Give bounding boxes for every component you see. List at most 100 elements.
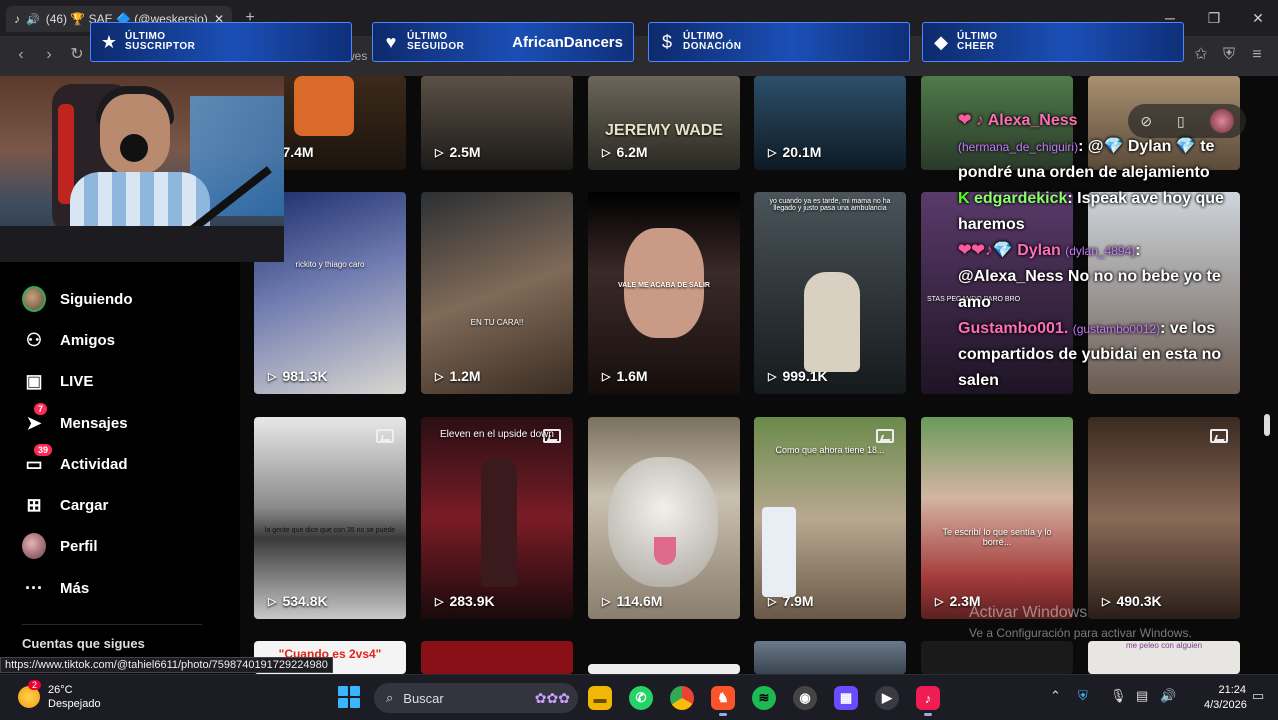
video-card[interactable] xyxy=(588,664,740,674)
banner-last-follower: ♥ ÚLTIMO SEGUIDOR AfricanDancers xyxy=(372,22,634,62)
sidebar-item-label: Perfil xyxy=(60,537,98,555)
video-card[interactable]: Como que ahora tiene 18... ▷ 7.9M xyxy=(754,417,906,619)
sidebar-item-actividad[interactable]: ▭ 39 Actividad xyxy=(22,444,128,477)
taskbar-clock[interactable]: 21:24 4/3/2026 xyxy=(1204,683,1247,713)
whatsapp-icon[interactable]: ✆ xyxy=(629,686,653,710)
notification-icon[interactable]: ▭ xyxy=(1252,688,1264,704)
banner-last-subscriber: ★ ÚLTIMO SUSCRIPTOR xyxy=(90,22,352,62)
video-card[interactable]: ▷ 114.6M xyxy=(588,417,740,619)
sidebar-item-mas[interactable]: ··· Más xyxy=(22,575,89,601)
view-count-value: 114.6M xyxy=(616,593,663,609)
play-icon: ▷ xyxy=(602,370,611,383)
file-explorer-icon[interactable]: ▬ xyxy=(588,686,612,710)
sidebar-item-amigos[interactable]: ⚇ Amigos xyxy=(22,327,115,353)
close-window-icon[interactable]: ✕ xyxy=(1240,6,1276,30)
video-card[interactable]: la gente que dice que con 35 no se puede… xyxy=(254,417,406,619)
chat-line: ❤ ♪ Alexa_Ness xyxy=(958,108,1228,134)
shield-icon[interactable]: ⛨ xyxy=(1218,44,1240,66)
video-card[interactable]: ▷ 20.1M xyxy=(754,76,906,170)
sidebar-item-cargar[interactable]: ⊞ Cargar xyxy=(22,492,108,518)
windows-activation-watermark: Activar Windows Ve a Configuración para … xyxy=(969,604,1192,640)
video-card[interactable]: JEREMY WADE ▷ 6.2M xyxy=(588,76,740,170)
play-icon: ▷ xyxy=(268,595,277,608)
sidebar-item-label: LIVE xyxy=(60,372,94,390)
chat-subname: (hermana_de_chiguiri) xyxy=(958,140,1079,154)
obs-icon[interactable]: ◉ xyxy=(793,686,817,710)
sidebar-item-label: Cargar xyxy=(60,496,109,514)
volume-icon[interactable]: 🔊 xyxy=(1160,688,1176,704)
banner-value: AfricanDancers xyxy=(512,34,623,51)
video-caption: la gente que dice que con 35 no se puede xyxy=(264,527,396,534)
speaker-icon[interactable]: 🔊 xyxy=(26,13,40,26)
video-card[interactable] xyxy=(921,641,1073,674)
video-card[interactable] xyxy=(754,641,906,674)
gallery-icon xyxy=(1210,429,1228,443)
play-icon: ▷ xyxy=(768,370,777,383)
view-count: ▷ 20.1M xyxy=(768,144,821,160)
following-accounts-heading: Cuentas que sigues xyxy=(22,636,145,651)
thumbnail-figure xyxy=(481,457,517,587)
forward-icon[interactable]: › xyxy=(38,44,60,66)
microphone-icon[interactable]: 🎙 xyxy=(1110,688,1127,704)
video-card[interactable]: EN TU CARA!! ▷ 1.2M xyxy=(421,192,573,394)
activity-icon: ▭ 39 xyxy=(22,444,53,476)
play-icon: ▷ xyxy=(935,595,944,608)
defender-icon[interactable]: ⛨ xyxy=(1078,688,1088,704)
sidebar-item-siguiendo[interactable]: Siguiendo xyxy=(22,286,133,312)
reload-icon[interactable]: ↻ xyxy=(66,44,88,66)
tiktok-icon[interactable]: ♪ xyxy=(916,686,940,716)
video-caption: Como que ahora tiene 18... xyxy=(775,445,885,455)
play-icon: ▷ xyxy=(768,146,777,159)
video-card[interactable]: ▷ 2.5M xyxy=(421,76,573,170)
spotify-icon[interactable]: ≋ xyxy=(752,686,776,710)
network-icon[interactable]: ▤ xyxy=(1136,688,1148,704)
tray-chevron-icon[interactable]: ⌃ xyxy=(1050,688,1061,704)
view-count-value: 2.5M xyxy=(449,144,481,160)
video-caption: me peleo con alguien xyxy=(1125,641,1203,650)
weather-widget[interactable]: 2 26°C Despejado xyxy=(18,680,101,711)
sidebar-item-mensajes[interactable]: ➤ 7 Mensajes xyxy=(22,403,128,436)
taskbar-search[interactable]: ⌕ Buscar ✿✿✿ xyxy=(374,683,578,713)
view-count: ▷ 114.6M xyxy=(602,593,662,609)
brave-browser-icon[interactable]: ♞ xyxy=(711,686,735,716)
back-icon[interactable]: ‹ xyxy=(10,44,32,66)
video-card[interactable]: Te escribí lo que sentía y lo borré... ▷… xyxy=(921,417,1073,619)
watermark-title: Activar Windows xyxy=(969,604,1088,621)
view-count-value: 7.9M xyxy=(782,593,814,609)
chat-line: ❤❤♪💎 Dylan (dylan_4894): @Alexa_Ness No … xyxy=(958,238,1228,316)
search-icon: ⌕ xyxy=(386,690,394,705)
app-grid-icon[interactable]: ▦ xyxy=(834,686,858,710)
media-player-icon[interactable]: ▶ xyxy=(875,686,899,710)
video-caption: yo cuando ya es tarde, mi mama no ha lle… xyxy=(769,198,891,212)
dollar-icon: $ xyxy=(661,31,672,52)
view-count: ▷ 1.2M xyxy=(435,368,481,384)
chrome-icon[interactable] xyxy=(670,686,694,710)
video-card[interactable]: Eleven en el upside down ▷ 283.9K xyxy=(421,417,573,619)
video-card[interactable] xyxy=(421,641,573,674)
chat-subname: (dylan_4894) xyxy=(1065,244,1136,258)
menu-icon[interactable]: ≡ xyxy=(1246,44,1268,66)
weather-temp: 26°C xyxy=(48,684,73,696)
thumbnail-figure xyxy=(294,76,354,136)
view-count: ▷ 283.9K xyxy=(435,593,495,609)
bookmark-star-icon[interactable]: ✩ xyxy=(1190,44,1212,66)
video-caption: Te escribí lo que sentía y lo borré... xyxy=(942,527,1052,547)
windows-start-icon[interactable] xyxy=(338,686,360,708)
gallery-icon xyxy=(376,429,394,443)
video-card[interactable]: yo cuando ya es tarde, mi mama no ha lle… xyxy=(754,192,906,394)
video-card[interactable]: me peleo con alguien xyxy=(1088,641,1240,674)
kick-badge-icon: K xyxy=(958,190,974,207)
chat-subname: (gustambo0012) xyxy=(1072,322,1161,336)
page-scrollbar[interactable] xyxy=(1264,414,1270,436)
sidebar-item-label: Siguiendo xyxy=(60,290,133,308)
view-count: ▷ 2.5M xyxy=(435,144,481,160)
video-card[interactable]: VALE ME ACABA DE SALIR ▷ 1.6M xyxy=(588,192,740,394)
restore-icon[interactable]: ❐ xyxy=(1196,6,1232,30)
sidebar-item-live[interactable]: ▣ LIVE xyxy=(22,368,93,394)
play-icon: ▷ xyxy=(602,595,611,608)
thumbnail-figure xyxy=(804,272,860,372)
view-count-value: 1.2M xyxy=(449,368,481,384)
sidebar-item-perfil[interactable]: Perfil xyxy=(22,533,98,559)
notification-badge: 7 xyxy=(34,403,48,415)
video-card[interactable]: ▷ 490.3K xyxy=(1088,417,1240,619)
